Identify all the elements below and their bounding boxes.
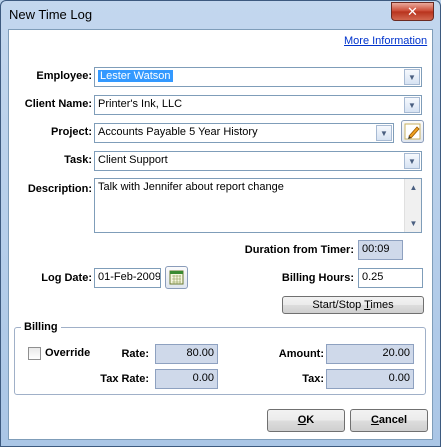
description-value: Talk with Jennifer about report change [98, 181, 284, 193]
rate-value: 80.00 [155, 344, 218, 364]
description-scrollbar[interactable]: ▲ ▼ [404, 179, 421, 232]
chevron-down-icon[interactable]: ▼ [406, 216, 421, 231]
task-value: Client Support [98, 154, 168, 166]
time-log-window: New Time Log ✕ More Information Employee… [0, 0, 441, 447]
ok-mnemonic: O [297, 414, 307, 426]
window-title: New Time Log [9, 7, 93, 22]
ok-button[interactable]: OK [267, 409, 345, 432]
task-select[interactable]: Client Support ▼ [94, 151, 422, 171]
billing-hours-label: Billing Hours: [281, 272, 354, 284]
description-textarea[interactable]: Talk with Jennifer about report change ▲… [94, 178, 422, 233]
start-stop-times-button[interactable]: Start/Stop Times [282, 296, 424, 314]
rate-label: Rate: [121, 348, 149, 360]
employee-value: Lester Watson [98, 70, 173, 82]
tax-label: Tax: [302, 373, 324, 385]
chevron-up-icon[interactable]: ▲ [406, 180, 421, 195]
project-value: Accounts Payable 5 Year History [98, 126, 258, 138]
more-information-link[interactable]: More Information [344, 35, 427, 47]
close-button[interactable]: ✕ [391, 2, 434, 21]
log-date-input[interactable]: 01-Feb-2009 [94, 268, 161, 288]
pencil-icon [404, 123, 421, 140]
duration-value: 00:09 [358, 240, 403, 260]
project-label: Project: [51, 126, 92, 138]
override-label: Override [45, 347, 91, 359]
chevron-down-icon[interactable]: ▼ [404, 97, 420, 113]
chevron-down-icon[interactable]: ▼ [404, 153, 420, 169]
duration-label: Duration from Timer: [244, 244, 354, 256]
tax-rate-value: 0.00 [155, 369, 218, 389]
client-name-select[interactable]: Printer's Ink, LLC ▼ [94, 95, 422, 115]
calendar-icon [169, 270, 184, 285]
chevron-down-icon[interactable]: ▼ [404, 69, 420, 85]
client-name-value: Printer's Ink, LLC [98, 98, 183, 110]
cancel-mnemonic: C [370, 414, 379, 426]
cancel-button[interactable]: Cancel [350, 409, 428, 432]
edit-project-button[interactable] [401, 120, 424, 143]
chevron-down-icon[interactable]: ▼ [376, 125, 392, 141]
billing-hours-input[interactable]: 0.25 [358, 268, 423, 288]
calendar-button[interactable] [165, 266, 188, 289]
title-bar[interactable]: New Time Log ✕ [1, 1, 440, 29]
log-date-label: Log Date: [41, 272, 92, 284]
start-stop-label-post: imes [370, 299, 394, 311]
project-select[interactable]: Accounts Payable 5 Year History ▼ [94, 123, 394, 143]
start-stop-label-pre: Start/Stop [312, 299, 365, 311]
tax-rate-label: Tax Rate: [100, 373, 149, 385]
ok-label-rest: K [306, 414, 315, 426]
amount-value: 20.00 [326, 344, 414, 364]
tax-value: 0.00 [326, 369, 414, 389]
dialog-body: More Information Employee: Lester Watson… [8, 29, 433, 440]
task-label: Task: [64, 154, 92, 166]
override-checkbox[interactable] [28, 347, 41, 360]
employee-label: Employee: [36, 70, 92, 82]
amount-label: Amount: [278, 348, 324, 360]
description-label: Description: [27, 183, 92, 195]
employee-select[interactable]: Lester Watson ▼ [94, 67, 422, 87]
cancel-label-rest: ancel [378, 414, 408, 426]
client-name-label: Client Name: [24, 98, 92, 110]
billing-group-title: Billing [21, 321, 61, 333]
